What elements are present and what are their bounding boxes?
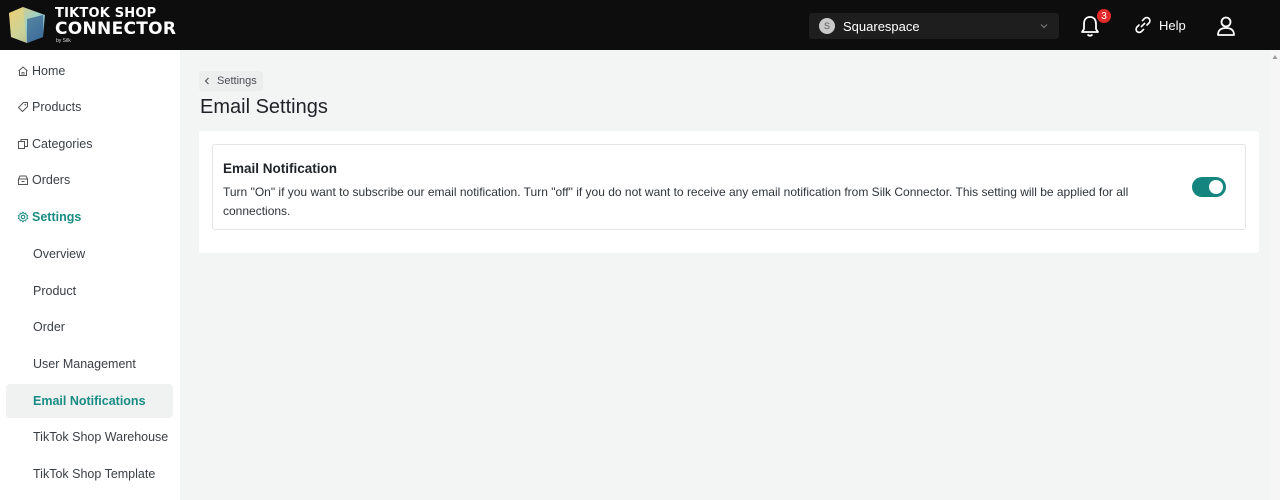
sidebar-subitem-label: Product xyxy=(33,284,77,298)
tag-icon xyxy=(17,102,28,113)
scroll-up-arrow-icon[interactable] xyxy=(1272,54,1278,60)
breadcrumb-label: Settings xyxy=(217,75,257,87)
sidebar: Home Products Categories Orders Settings… xyxy=(0,50,180,500)
top-bar: TIKTOK SHOP CONNECTOR by Silk S Squaresp… xyxy=(0,0,1280,50)
email-notification-toggle[interactable] xyxy=(1192,177,1226,197)
sidebar-subitem-email-notifications[interactable]: Email Notifications xyxy=(6,384,173,418)
setting-title: Email Notification xyxy=(223,161,338,176)
brand-line-2: CONNECTOR xyxy=(55,18,177,39)
sidebar-subitem-product[interactable]: Product xyxy=(6,274,173,308)
sidebar-item-orders[interactable]: Orders xyxy=(6,163,173,197)
home-icon xyxy=(18,66,28,76)
sidebar-subitem-label: Email Notifications xyxy=(33,394,146,408)
page-scrollbar[interactable] xyxy=(1270,50,1280,500)
sidebar-subitem-label: Overview xyxy=(33,247,86,261)
sidebar-subitem-label: Order xyxy=(33,320,65,334)
sidebar-subitem-tiktok-shop-template[interactable]: TikTok Shop Template xyxy=(6,457,173,491)
sidebar-item-categories[interactable]: Categories xyxy=(6,127,173,161)
sidebar-item-settings[interactable]: Settings xyxy=(6,200,173,234)
sidebar-subitem-tiktok-shop-warehouse[interactable]: TikTok Shop Warehouse xyxy=(6,420,173,454)
sidebar-subitem-order[interactable]: Order xyxy=(6,310,173,344)
box-icon xyxy=(18,175,28,185)
email-settings-card: Email Notification Turn "On" if you want… xyxy=(199,131,1259,253)
chevron-down-icon xyxy=(1040,24,1048,29)
sidebar-subitem-user-management[interactable]: User Management xyxy=(6,347,173,381)
store-selector[interactable]: S Squarespace xyxy=(809,13,1059,39)
help-button[interactable]: Help xyxy=(1133,15,1186,35)
copy-icon xyxy=(18,139,28,149)
link-icon xyxy=(1135,16,1151,34)
sidebar-item-label: Products xyxy=(32,100,82,114)
page-title: Email Settings xyxy=(200,96,328,118)
sidebar-item-label: Orders xyxy=(32,173,71,187)
store-name: Squarespace xyxy=(843,18,920,34)
sidebar-item-label: Home xyxy=(32,64,66,78)
sidebar-item-home[interactable]: Home xyxy=(6,54,173,88)
sidebar-subitem-overview[interactable]: Overview xyxy=(6,237,173,271)
app-logo[interactable]: TIKTOK SHOP CONNECTOR by Silk xyxy=(5,5,176,45)
toggle-knob xyxy=(1209,180,1223,194)
breadcrumb-back[interactable]: Settings xyxy=(199,71,263,91)
chevron-left-icon xyxy=(204,77,209,85)
sidebar-item-label: Categories xyxy=(32,137,93,151)
sidebar-subitem-label: TikTok Shop Template xyxy=(33,467,156,481)
sidebar-subitem-label: TikTok Shop Warehouse xyxy=(33,430,169,444)
gear-icon xyxy=(17,211,29,223)
email-notification-setting: Email Notification Turn "On" if you want… xyxy=(212,144,1246,230)
brand-line-1: TIKTOK SHOP xyxy=(55,5,157,21)
sidebar-item-label: Settings xyxy=(32,210,82,224)
store-avatar: S xyxy=(819,18,835,34)
help-label: Help xyxy=(1159,17,1186,33)
user-icon[interactable] xyxy=(1215,15,1237,37)
connector-logo-icon xyxy=(9,7,45,43)
brand-byline: by Silk xyxy=(56,37,71,44)
setting-description: Turn "On" if you want to subscribe our e… xyxy=(223,185,1129,218)
sidebar-subitem-label: User Management xyxy=(33,357,136,371)
notification-count-badge: 3 xyxy=(1096,8,1112,24)
sidebar-item-products[interactable]: Products xyxy=(6,90,173,124)
